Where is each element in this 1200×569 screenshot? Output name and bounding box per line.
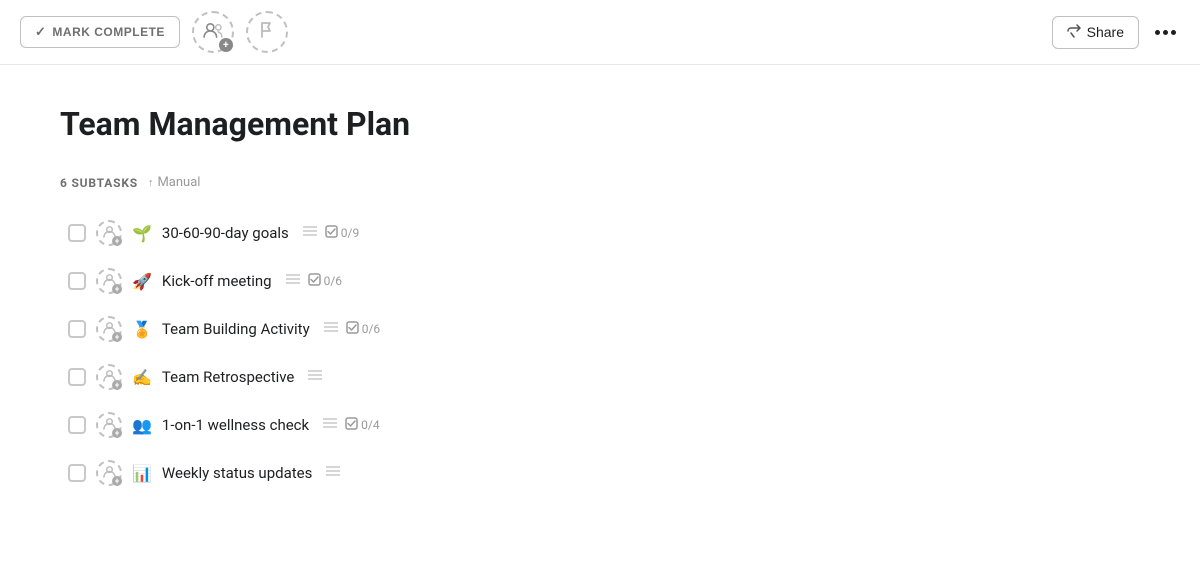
subtasks-count: 6 SUBTASKS — [60, 176, 138, 190]
task-check-count: 0/9 — [325, 225, 359, 242]
task-meta: 0/4 — [323, 417, 379, 434]
task-name: 1-on-1 wellness check — [162, 416, 309, 434]
task-avatar: + — [96, 220, 122, 246]
task-name: 30-60-90-day goals — [162, 224, 289, 242]
task-list: + 🌱 30-60-90-day goals 0/9 + 🚀 Kick-off me… — [60, 210, 1140, 496]
flag-icon — [259, 22, 275, 42]
task-row[interactable]: + 🏅 Team Building Activity 0/6 — [60, 306, 1140, 352]
task-emoji: 🚀 — [132, 272, 152, 291]
task-lines-icon — [308, 369, 322, 385]
task-emoji: 🌱 — [132, 224, 152, 243]
task-lines-icon — [326, 465, 340, 481]
task-avatar: + — [96, 364, 122, 390]
page-title: Team Management Plan — [60, 105, 1140, 143]
task-name: Team Building Activity — [162, 320, 310, 338]
assign-members-button[interactable]: + — [192, 11, 234, 53]
task-avatar: + — [96, 412, 122, 438]
flag-button[interactable] — [246, 11, 288, 53]
task-checkbox[interactable] — [68, 416, 86, 434]
subtasks-header: 6 SUBTASKS ↑ Manual — [60, 175, 1140, 190]
task-name: Team Retrospective — [162, 368, 294, 386]
avatar-plus-icon: + — [112, 332, 122, 342]
task-meta — [308, 369, 322, 385]
mark-complete-button[interactable]: ✓ MARK COMPLETE — [20, 16, 180, 48]
toolbar-right: Share — [1052, 16, 1180, 49]
sort-arrow-icon: ↑ — [148, 176, 154, 189]
check-box-icon — [346, 321, 359, 338]
check-box-icon — [345, 417, 358, 434]
task-emoji: 🏅 — [132, 320, 152, 339]
task-lines-icon — [324, 321, 338, 337]
avatar-plus-icon: + — [112, 428, 122, 438]
task-meta: 0/6 — [286, 273, 342, 290]
task-checkbox[interactable] — [68, 224, 86, 242]
check-box-icon — [308, 273, 321, 290]
task-row[interactable]: + 📊 Weekly status updates — [60, 450, 1140, 496]
sort-button[interactable]: ↑ Manual — [148, 175, 201, 190]
task-emoji: ✍️ — [132, 368, 152, 387]
task-meta: 0/9 — [303, 225, 359, 242]
share-button[interactable]: Share — [1052, 16, 1139, 49]
avatar-plus-icon: + — [112, 236, 122, 246]
task-row[interactable]: + 🚀 Kick-off meeting 0/6 — [60, 258, 1140, 304]
checkmark-icon: ✓ — [35, 24, 46, 40]
check-count-value: 0/6 — [362, 322, 380, 336]
avatar-plus-icon: + — [112, 380, 122, 390]
share-label: Share — [1087, 24, 1124, 40]
task-lines-icon — [323, 417, 337, 433]
task-avatar: + — [96, 316, 122, 342]
task-checkbox[interactable] — [68, 320, 86, 338]
avatar-plus-icon: + — [112, 284, 122, 294]
task-checkbox[interactable] — [68, 272, 86, 290]
main-content: Team Management Plan 6 SUBTASKS ↑ Manual… — [0, 65, 1200, 536]
task-lines-icon — [303, 225, 317, 241]
check-count-value: 0/6 — [324, 274, 342, 288]
check-box-icon — [325, 225, 338, 242]
task-avatar: + — [96, 460, 122, 486]
task-row[interactable]: + ✍️ Team Retrospective — [60, 354, 1140, 400]
plus-badge: + — [219, 38, 233, 52]
check-count-value: 0/9 — [341, 226, 359, 240]
task-row[interactable]: + 👥 1-on-1 wellness check 0/4 — [60, 402, 1140, 448]
task-emoji: 👥 — [132, 416, 152, 435]
task-name: Weekly status updates — [162, 464, 312, 482]
task-checkbox[interactable] — [68, 368, 86, 386]
avatar-plus-icon: + — [112, 476, 122, 486]
sort-label: Manual — [157, 175, 200, 190]
task-check-count: 0/6 — [308, 273, 342, 290]
task-meta: 0/6 — [324, 321, 380, 338]
task-lines-icon — [286, 273, 300, 289]
task-meta — [326, 465, 340, 481]
task-check-count: 0/4 — [345, 417, 379, 434]
mark-complete-label: MARK COMPLETE — [52, 25, 165, 39]
check-count-value: 0/4 — [361, 418, 379, 432]
task-checkbox[interactable] — [68, 464, 86, 482]
more-options-button[interactable] — [1151, 26, 1180, 39]
share-icon — [1067, 24, 1081, 41]
toolbar: ✓ MARK COMPLETE + Share — [0, 0, 1200, 65]
task-emoji: 📊 — [132, 464, 152, 483]
task-name: Kick-off meeting — [162, 272, 272, 290]
task-row[interactable]: + 🌱 30-60-90-day goals 0/9 — [60, 210, 1140, 256]
task-check-count: 0/6 — [346, 321, 380, 338]
task-avatar: + — [96, 268, 122, 294]
